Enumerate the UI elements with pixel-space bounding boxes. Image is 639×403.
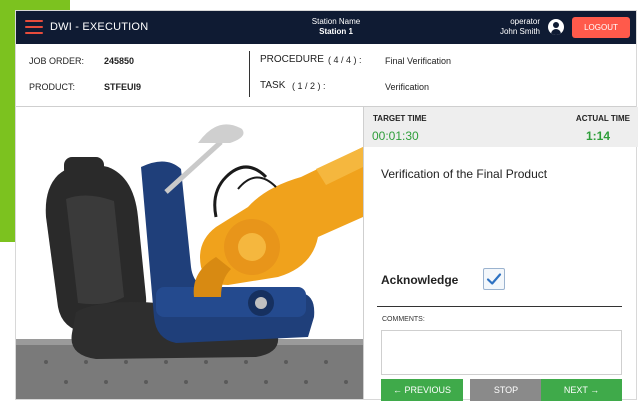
procedure-count: ( 4 / 4 ) : xyxy=(328,55,362,65)
operator-name: John Smith xyxy=(499,27,540,36)
menu-icon[interactable] xyxy=(25,20,43,34)
product-value: STFEUI9 xyxy=(104,82,142,92)
task-description: Verification of the Final Product xyxy=(381,167,548,181)
time-bar: TARGET TIME 00:01:30 ACTUAL TIME 1:14 xyxy=(364,107,638,147)
station-info: Station Name Station 1 xyxy=(286,17,386,37)
station-value: Station 1 xyxy=(319,27,353,36)
product-label: PRODUCT: xyxy=(29,82,76,92)
operator-label: operator xyxy=(510,17,540,26)
target-time-value: 00:01:30 xyxy=(372,129,419,143)
app-title: DWI - EXECUTION xyxy=(50,21,149,33)
actual-time-label: ACTUAL TIME xyxy=(575,114,630,123)
task-panel: TARGET TIME 00:01:30 ACTUAL TIME 1:14 Ve… xyxy=(364,107,638,401)
seat-headrest xyxy=(64,157,104,177)
sensor-dome xyxy=(198,124,244,143)
next-button[interactable]: NEXT → xyxy=(541,379,622,401)
stop-button[interactable]: STOP xyxy=(470,379,542,401)
task-value: Verification xyxy=(385,82,430,92)
procedure-label: PROCEDURE xyxy=(260,54,324,65)
section-divider xyxy=(377,306,622,307)
comments-label: COMMENTS: xyxy=(382,316,425,323)
acknowledge-checkbox[interactable] xyxy=(483,268,505,290)
job-order-label: JOB ORDER: xyxy=(29,56,85,66)
station-label: Station Name xyxy=(311,17,361,26)
logout-button[interactable]: LOGOUT xyxy=(572,17,630,38)
previous-button[interactable]: ← PREVIOUS xyxy=(381,379,463,401)
task-label: TASK xyxy=(260,80,286,91)
target-time-label: TARGET TIME xyxy=(373,114,427,123)
comments-input[interactable] xyxy=(381,330,622,375)
procedure-value: Final Verification xyxy=(385,56,452,66)
procedure-image xyxy=(16,107,364,399)
task-count: ( 1 / 2 ) : xyxy=(292,81,326,91)
app-window: DWI - EXECUTION Station Name Station 1 o… xyxy=(15,10,638,401)
seat-robot-illustration xyxy=(16,124,363,399)
user-avatar-icon xyxy=(548,19,564,35)
operator-info: operator John Smith xyxy=(500,17,540,37)
app-header: DWI - EXECUTION Station Name Station 1 o… xyxy=(16,11,636,44)
info-divider xyxy=(249,51,250,97)
job-info-bar: JOB ORDER: 245850 PRODUCT: STFEUI9 PROCE… xyxy=(16,44,636,107)
acknowledge-label: Acknowledge xyxy=(381,273,459,287)
checkmark-icon xyxy=(486,273,502,285)
job-order-value: 245850 xyxy=(104,56,135,66)
actual-time-value: 1:14 xyxy=(585,129,610,143)
